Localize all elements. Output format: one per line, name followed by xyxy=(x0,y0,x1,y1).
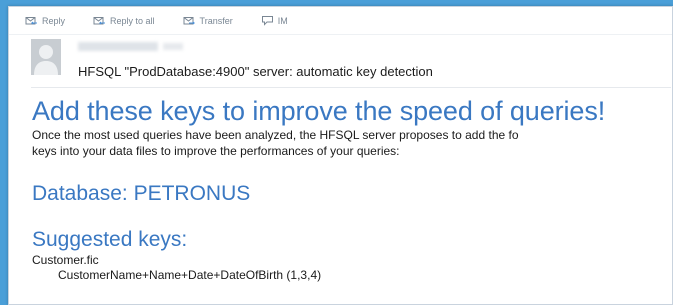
forward-label: Transfer xyxy=(199,15,233,26)
sender-avatar xyxy=(31,39,61,75)
forward-button[interactable]: Transfer xyxy=(183,15,233,26)
sender-address-redacted xyxy=(163,43,183,50)
email-window: Reply Reply to all Transfer IM HFSQL "Pr… xyxy=(8,6,673,305)
message-body: Add these keys to improve the speed of q… xyxy=(32,95,672,283)
sender-name-redacted xyxy=(78,42,158,51)
intro-line-1: Once the most used queries have been ana… xyxy=(32,128,519,142)
message-header: HFSQL "ProdDatabase:4900" server: automa… xyxy=(31,39,651,87)
database-heading: Database: PETRONUS xyxy=(32,182,251,205)
reply-icon xyxy=(25,17,37,25)
body-headline: Add these keys to improve the speed of q… xyxy=(32,96,606,126)
reply-all-icon xyxy=(93,17,106,25)
message-toolbar: Reply Reply to all Transfer IM xyxy=(9,7,672,35)
person-icon xyxy=(31,39,61,75)
suggested-key: CustomerName+Name+Date+DateOfBirth (1,3,… xyxy=(58,268,322,282)
reply-label: Reply xyxy=(42,15,66,26)
reply-button[interactable]: Reply xyxy=(25,15,65,26)
chat-icon xyxy=(261,16,273,26)
suggested-keys-heading: Suggested keys: xyxy=(32,228,188,251)
header-divider xyxy=(31,87,671,88)
reply-all-label: Reply to all xyxy=(110,15,155,26)
im-label: IM xyxy=(277,15,288,26)
intro-line-2: keys into your data files to improve the… xyxy=(32,144,400,158)
message-subject: HFSQL "ProdDatabase:4900" server: automa… xyxy=(78,64,433,79)
forward-icon xyxy=(183,17,195,25)
im-button[interactable]: IM xyxy=(261,15,288,26)
reply-all-button[interactable]: Reply to all xyxy=(93,15,155,26)
data-file-name: Customer.fic xyxy=(32,253,99,267)
